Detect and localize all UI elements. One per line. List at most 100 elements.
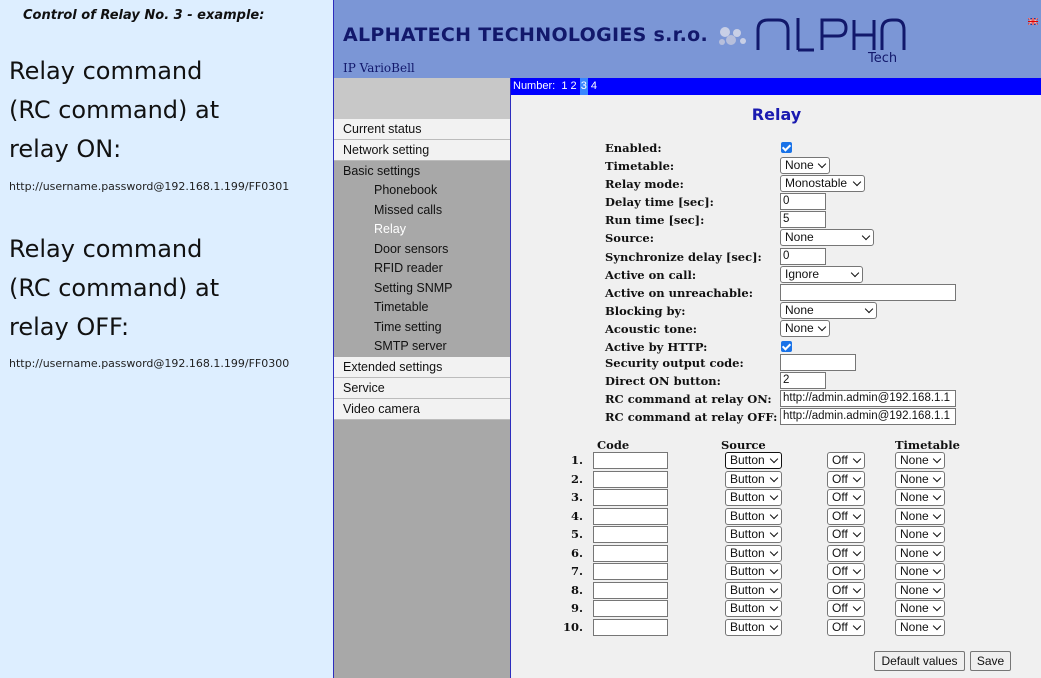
save-button[interactable]: Save: [970, 651, 1011, 671]
state-select[interactable]: Off: [827, 452, 865, 469]
field-label: Run time [sec]:: [605, 213, 705, 227]
code-input[interactable]: [593, 563, 668, 580]
sidebar-item-phonebook[interactable]: Phonebook: [334, 181, 510, 201]
state-select[interactable]: Off: [827, 600, 865, 617]
chevron-down-icon: [769, 473, 779, 482]
source-select[interactable]: Button: [725, 470, 782, 488]
chevron-down-icon: [817, 159, 827, 169]
relay-number-link[interactable]: 4: [591, 78, 597, 95]
chevron-down-icon: [932, 473, 942, 482]
uk-flag-icon[interactable]: [1028, 18, 1038, 25]
state-select[interactable]: Off: [827, 470, 865, 488]
sidebar-item-relay[interactable]: Relay: [334, 220, 510, 240]
source-select[interactable]: None: [780, 229, 874, 246]
sidebar-item-setting-snmp[interactable]: Setting SNMP: [334, 279, 510, 299]
rc-command-off-input[interactable]: http://admin.admin@192.168.1.1: [780, 408, 956, 425]
active-on-call-select[interactable]: Ignore: [780, 266, 863, 283]
code-input[interactable]: [593, 600, 668, 617]
sidebar-item-timetable[interactable]: Timetable: [334, 298, 510, 318]
relay-mode-select[interactable]: Monostable: [780, 175, 865, 192]
chevron-down-icon: [769, 565, 779, 575]
sidebar-item-network-setting[interactable]: Network setting: [334, 140, 510, 161]
source-select[interactable]: Button: [725, 526, 782, 543]
sidebar: Current status Network setting Basic set…: [334, 78, 511, 678]
chevron-down-icon: [852, 547, 862, 556]
sidebar-item-service[interactable]: Service: [334, 377, 510, 399]
chevron-down-icon: [852, 473, 862, 482]
sidebar-item-basic-settings[interactable]: Basic settings: [334, 161, 510, 181]
delay-time-input[interactable]: 0: [780, 193, 826, 210]
synchronize-delay-input[interactable]: 0: [780, 248, 826, 265]
timetable-select[interactable]: None: [895, 470, 945, 488]
chevron-down-icon: [852, 528, 862, 538]
source-select[interactable]: Button: [725, 563, 782, 580]
timetable-select[interactable]: None: [780, 157, 830, 174]
relay-number-link[interactable]: 1: [561, 78, 567, 95]
timetable-select[interactable]: None: [895, 618, 945, 636]
source-select[interactable]: Button: [725, 581, 782, 599]
relay-number-link-selected[interactable]: 3: [579, 78, 588, 95]
timetable-select[interactable]: None: [895, 563, 945, 580]
source-select[interactable]: Button: [725, 600, 782, 617]
row-number: 3.: [570, 490, 583, 504]
timetable-select[interactable]: None: [895, 452, 945, 469]
select-value: Button: [730, 490, 765, 504]
sidebar-item-rfid-reader[interactable]: RFID reader: [334, 259, 510, 279]
direct-on-button-input[interactable]: 2: [780, 372, 826, 389]
source-select[interactable]: Button: [725, 507, 782, 525]
timetable-select[interactable]: None: [895, 581, 945, 599]
source-select[interactable]: Button: [725, 544, 782, 562]
field-row-acoustic-tone: Acoustic tone: None: [605, 320, 1041, 338]
state-select[interactable]: Off: [827, 489, 865, 506]
code-row: 8. Button Off None: [511, 581, 1041, 599]
state-select[interactable]: Off: [827, 618, 865, 636]
code-input[interactable]: [593, 507, 668, 525]
state-select[interactable]: Off: [827, 581, 865, 599]
sidebar-item-extended-settings[interactable]: Extended settings: [334, 356, 510, 378]
active-by-http-checkbox[interactable]: [781, 341, 792, 352]
sidebar-item-current-status[interactable]: Current status: [334, 119, 510, 140]
code-input[interactable]: [593, 618, 668, 636]
timetable-select[interactable]: None: [895, 507, 945, 525]
timetable-select[interactable]: None: [895, 489, 945, 506]
field-label: Relay mode:: [605, 177, 684, 191]
timetable-select[interactable]: None: [895, 526, 945, 543]
state-select[interactable]: Off: [827, 563, 865, 580]
code-input[interactable]: [593, 489, 668, 506]
code-input[interactable]: [593, 526, 668, 543]
sidebar-item-missed-calls[interactable]: Missed calls: [334, 201, 510, 221]
source-select[interactable]: Button: [725, 489, 782, 506]
code-input[interactable]: [593, 544, 668, 562]
sidebar-item-video-camera[interactable]: Video camera: [334, 398, 510, 420]
enabled-checkbox[interactable]: [781, 142, 792, 153]
sidebar-item-door-sensors[interactable]: Door sensors: [334, 240, 510, 260]
chevron-down-icon: [817, 322, 827, 332]
security-output-code-input[interactable]: [780, 354, 856, 371]
blocking-by-select[interactable]: None: [780, 302, 877, 319]
code-input[interactable]: [593, 452, 668, 469]
timetable-select[interactable]: None: [895, 600, 945, 617]
code-input[interactable]: [593, 470, 668, 488]
state-select[interactable]: Off: [827, 544, 865, 562]
chevron-down-icon: [769, 621, 779, 630]
run-time-input[interactable]: 5: [780, 211, 826, 228]
field-label: Enabled:: [605, 141, 662, 155]
field-label: Security output code:: [605, 356, 744, 370]
source-select[interactable]: Button: [725, 452, 782, 469]
code-input[interactable]: [593, 581, 668, 599]
state-select[interactable]: Off: [827, 526, 865, 543]
rc-command-on-input[interactable]: http://admin.admin@192.168.1.1: [780, 390, 956, 407]
source-select[interactable]: Button: [725, 618, 782, 636]
acoustic-tone-select[interactable]: None: [780, 320, 830, 337]
state-select[interactable]: Off: [827, 507, 865, 525]
select-value: Button: [730, 619, 765, 634]
chevron-down-icon: [861, 231, 871, 241]
timetable-select[interactable]: None: [895, 544, 945, 562]
row-number: 4.: [570, 508, 583, 523]
sidebar-item-smtp-server[interactable]: SMTP server: [334, 337, 510, 357]
default-values-button[interactable]: Default values: [874, 651, 965, 671]
relay-number-link[interactable]: 2: [571, 78, 577, 95]
active-on-unreachable-input[interactable]: [780, 284, 956, 301]
sidebar-item-time-setting[interactable]: Time setting: [334, 318, 510, 338]
select-value: Off: [832, 471, 848, 486]
